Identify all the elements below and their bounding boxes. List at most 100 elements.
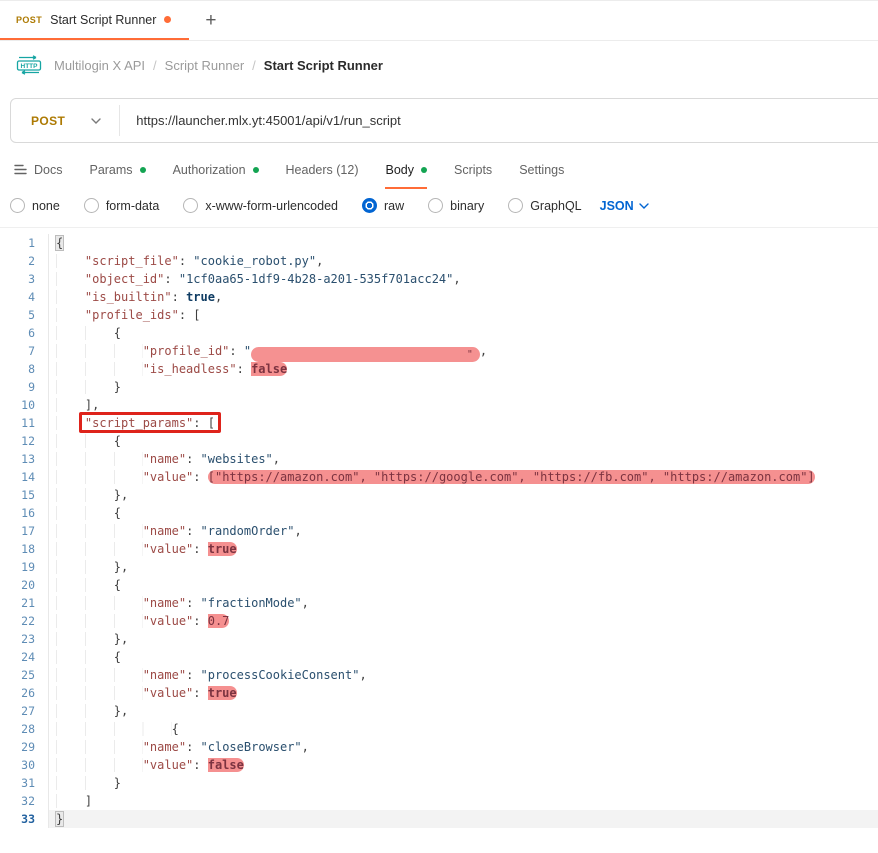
body-type-graphql[interactable]: GraphQL — [508, 198, 581, 213]
tab-label: Docs — [34, 163, 62, 177]
code-line[interactable]: 33} — [0, 810, 878, 828]
code-token: "name" — [143, 740, 186, 754]
highlighted-token: , — [359, 470, 373, 484]
breadcrumb-separator: / — [153, 58, 157, 73]
code-line[interactable]: 3 "object_id": "1cf0aa65-1df9-4b28-a201-… — [0, 270, 878, 288]
code-line[interactable]: 28 { — [0, 720, 878, 738]
code-line[interactable]: 26 "value": true — [0, 684, 878, 702]
tab-authorization[interactable]: Authorization — [173, 163, 259, 189]
code-token: ] — [85, 794, 92, 808]
code-token: : — [193, 416, 207, 430]
code-line[interactable]: 2 "script_file": "cookie_robot.py", — [0, 252, 878, 270]
line-number: 1 — [0, 234, 48, 252]
code-line[interactable]: 9 } — [0, 378, 878, 396]
breadcrumb-request[interactable]: Start Script Runner — [264, 58, 383, 73]
code-line[interactable]: 17 "name": "randomOrder", — [0, 522, 878, 540]
code-token: } — [56, 812, 63, 826]
code-token: }, — [114, 560, 128, 574]
highlighted-token: "https://amazon.com" — [663, 470, 808, 484]
code-line[interactable]: 29 "name": "closeBrowser", — [0, 738, 878, 756]
code-token: "randomOrder" — [201, 524, 295, 538]
tab-params[interactable]: Params — [89, 163, 145, 189]
code-line[interactable]: 32 ] — [0, 792, 878, 810]
code-line[interactable]: 4 "is_builtin": true, — [0, 288, 878, 306]
code-line[interactable]: 6 { — [0, 324, 878, 342]
code-line[interactable]: 8 "is_headless": false — [0, 360, 878, 378]
code-line[interactable]: 18 "value": true — [0, 540, 878, 558]
code-line[interactable]: 31 } — [0, 774, 878, 792]
body-code-editor[interactable]: 1{2 "script_file": "cookie_robot.py",3 "… — [0, 227, 878, 828]
code-content: "profile_ids": [ — [48, 306, 878, 324]
body-type-binary[interactable]: binary — [428, 198, 484, 213]
line-number: 5 — [0, 306, 48, 324]
radio-label: GraphQL — [530, 199, 581, 213]
code-token: { — [114, 650, 121, 664]
code-line[interactable]: 16 { — [0, 504, 878, 522]
radio-icon — [183, 198, 198, 213]
url-input[interactable] — [120, 113, 878, 128]
code-line[interactable]: 10 ], — [0, 396, 878, 414]
tab-headers-12-[interactable]: Headers (12) — [286, 163, 359, 189]
code-line[interactable]: 7 "profile_id": "", — [0, 342, 878, 360]
tab-body[interactable]: Body — [385, 163, 427, 189]
code-line[interactable]: 20 { — [0, 576, 878, 594]
code-token: : — [186, 452, 200, 466]
unsaved-changes-dot — [164, 16, 171, 23]
code-content: } — [48, 378, 878, 396]
tab-label: Settings — [519, 163, 564, 177]
green-status-dot — [421, 167, 427, 173]
code-token: : — [172, 290, 186, 304]
code-line[interactable]: 14 "value": ["https://amazon.com", "http… — [0, 468, 878, 486]
body-type-x-www-form-urlencoded[interactable]: x-www-form-urlencoded — [183, 198, 338, 213]
code-line[interactable]: 12 { — [0, 432, 878, 450]
code-token: "object_id" — [85, 272, 164, 286]
code-content: "name": "fractionMode", — [48, 594, 878, 612]
code-token: "processCookieConsent" — [201, 668, 360, 682]
code-token: true — [186, 290, 215, 304]
code-content: { — [48, 432, 878, 450]
code-token — [56, 488, 114, 502]
green-status-dot — [140, 167, 146, 173]
code-line[interactable]: 25 "name": "processCookieConsent", — [0, 666, 878, 684]
body-type-none[interactable]: none — [10, 198, 60, 213]
request-tab[interactable]: POST Start Script Runner — [0, 1, 189, 40]
breadcrumb-folder[interactable]: Script Runner — [165, 58, 244, 73]
code-line[interactable]: 24 { — [0, 648, 878, 666]
body-type-form-data[interactable]: form-data — [84, 198, 160, 213]
code-line[interactable]: 13 "name": "websites", — [0, 450, 878, 468]
code-line[interactable]: 5 "profile_ids": [ — [0, 306, 878, 324]
code-token: , — [294, 524, 301, 538]
code-line[interactable]: 22 "value": 0.7 — [0, 612, 878, 630]
code-line[interactable]: 21 "name": "fractionMode", — [0, 594, 878, 612]
code-content: "name": "processCookieConsent", — [48, 666, 878, 684]
code-line[interactable]: 15 }, — [0, 486, 878, 504]
code-line[interactable]: 1{ — [0, 234, 878, 252]
code-line[interactable]: 11 "script_params": [ — [0, 414, 878, 432]
code-content: "name": "randomOrder", — [48, 522, 878, 540]
code-token: , — [273, 452, 280, 466]
code-line[interactable]: 19 }, — [0, 558, 878, 576]
tab-docs[interactable]: Docs — [14, 163, 62, 189]
code-content: "value": true — [48, 540, 878, 558]
line-number: 31 — [0, 774, 48, 792]
body-type-raw[interactable]: raw — [362, 198, 404, 213]
code-line[interactable]: 27 }, — [0, 702, 878, 720]
tab-scripts[interactable]: Scripts — [454, 163, 492, 189]
language-selector[interactable]: JSON — [600, 199, 649, 213]
new-tab-button[interactable]: + — [189, 1, 232, 40]
code-token: "name" — [143, 596, 186, 610]
line-number: 24 — [0, 648, 48, 666]
tab-settings[interactable]: Settings — [519, 163, 564, 189]
code-token — [56, 398, 85, 412]
code-token: { — [56, 236, 63, 250]
breadcrumb-collection[interactable]: Multilogin X API — [54, 58, 145, 73]
code-token: "cookie_robot.py" — [193, 254, 316, 268]
code-token: } — [114, 380, 121, 394]
line-number: 27 — [0, 702, 48, 720]
code-line[interactable]: 23 }, — [0, 630, 878, 648]
code-line[interactable]: 30 "value": false — [0, 756, 878, 774]
method-selector[interactable]: POST — [11, 114, 119, 128]
highlighted-token: "https://google.com" — [374, 470, 519, 484]
code-token — [56, 668, 143, 682]
code-token: ], — [85, 398, 99, 412]
